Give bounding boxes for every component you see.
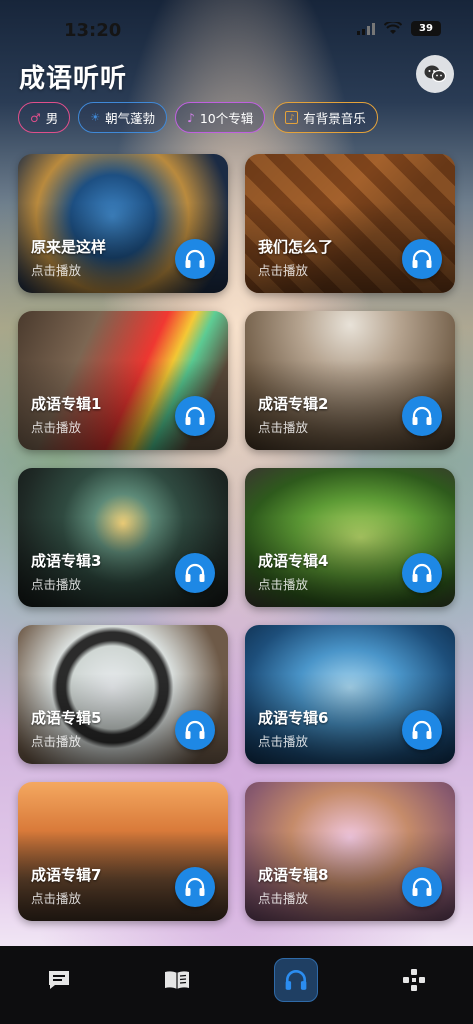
headphones-icon	[412, 563, 432, 582]
album-title: 成语专辑8	[258, 866, 329, 884]
album-subtitle: 点击播放	[31, 420, 82, 435]
album-subtitle: 点击播放	[258, 577, 309, 592]
headphones-icon	[185, 563, 205, 582]
play-button[interactable]	[175, 867, 215, 907]
album-title: 成语专辑2	[258, 395, 329, 413]
headphones-icon	[185, 720, 205, 739]
tab-game[interactable]	[392, 958, 436, 1002]
tab-listen[interactable]	[273, 958, 318, 1002]
tag-album-count[interactable]: ♪ 10个专辑	[175, 102, 266, 133]
headphones-icon	[412, 406, 432, 425]
album-card[interactable]: 成语专辑8 点击播放	[245, 782, 455, 921]
play-button[interactable]	[402, 553, 442, 593]
battery-indicator: 39	[411, 21, 441, 36]
tab-read[interactable]	[155, 958, 199, 1002]
album-card[interactable]: 成语专辑5 点击播放	[18, 625, 228, 764]
tag-mood[interactable]: ☀ 朝气蓬勃	[78, 102, 168, 133]
album-card[interactable]: 成语专辑2 点击播放	[245, 311, 455, 450]
play-button[interactable]	[402, 710, 442, 750]
tag-gender[interactable]: ♂ 男	[18, 102, 71, 133]
album-subtitle: 点击播放	[258, 420, 309, 435]
male-icon: ♂	[30, 110, 41, 125]
album-subtitle: 点击播放	[31, 577, 82, 592]
album-title: 我们怎么了	[258, 238, 334, 256]
play-button[interactable]	[175, 396, 215, 436]
headphones-icon	[412, 877, 432, 896]
sun-icon: ☀	[90, 111, 101, 124]
album-card[interactable]: 成语专辑7 点击播放	[18, 782, 228, 921]
album-card[interactable]: 成语专辑1 点击播放	[18, 311, 228, 450]
book-icon	[165, 971, 190, 989]
music-note-icon: ♪	[187, 110, 195, 125]
album-card[interactable]: 成语专辑6 点击播放	[245, 625, 455, 764]
album-subtitle: 点击播放	[31, 263, 82, 278]
album-card[interactable]: 原来是这样 点击播放	[18, 154, 228, 293]
tag-bgm[interactable]: ♪ 有背景音乐	[273, 102, 378, 133]
headphones-icon	[285, 969, 306, 990]
album-title: 成语专辑7	[31, 866, 102, 884]
wifi-icon	[384, 22, 402, 34]
play-button[interactable]	[402, 396, 442, 436]
album-subtitle: 点击播放	[258, 891, 309, 906]
album-subtitle: 点击播放	[258, 263, 309, 278]
status-time: 13:20	[64, 20, 122, 41]
album-subtitle: 点击播放	[31, 734, 82, 749]
wechat-icon	[424, 65, 446, 83]
chat-icon	[49, 971, 70, 989]
bottom-tab-bar	[0, 946, 473, 1024]
music-box-icon: ♪	[285, 111, 299, 124]
status-bar: 13:20 39	[0, 0, 473, 54]
tag-label: 10个专辑	[199, 111, 254, 126]
album-title: 原来是这样	[31, 238, 107, 256]
play-button[interactable]	[402, 867, 442, 907]
headphones-icon	[185, 249, 205, 268]
signal-icon	[357, 22, 375, 35]
headphones-icon	[185, 877, 205, 896]
album-title: 成语专辑1	[31, 395, 102, 413]
wechat-share-button[interactable]	[416, 55, 454, 93]
tag-row: ♂ 男 ☀ 朝气蓬勃 ♪ 10个专辑 ♪ 有背景音乐	[18, 102, 378, 133]
headphones-icon	[412, 249, 432, 268]
play-button[interactable]	[175, 710, 215, 750]
headphones-icon	[412, 720, 432, 739]
tag-label: 朝气蓬勃	[105, 111, 156, 126]
page-title: 成语听听	[19, 64, 128, 94]
headphones-icon	[185, 406, 205, 425]
album-title: 成语专辑5	[31, 709, 102, 727]
tag-label: 男	[45, 111, 59, 126]
album-card[interactable]: 成语专辑4 点击播放	[245, 468, 455, 607]
status-icons: 39	[357, 21, 441, 36]
album-title: 成语专辑3	[31, 552, 102, 570]
gamepad-icon	[402, 969, 425, 991]
album-card[interactable]: 我们怎么了 点击播放	[245, 154, 455, 293]
album-subtitle: 点击播放	[258, 734, 309, 749]
album-card[interactable]: 成语专辑3 点击播放	[18, 468, 228, 607]
play-button[interactable]	[175, 239, 215, 279]
tag-label: 有背景音乐	[303, 111, 366, 126]
album-title: 成语专辑6	[258, 709, 329, 727]
album-title: 成语专辑4	[258, 552, 329, 570]
play-button[interactable]	[175, 553, 215, 593]
tab-chat[interactable]	[37, 958, 81, 1002]
album-grid: 原来是这样 点击播放 我们怎么了 点击播放 成语专辑1 点击播放 成语专辑2 点…	[18, 154, 455, 921]
play-button[interactable]	[402, 239, 442, 279]
album-subtitle: 点击播放	[31, 891, 82, 906]
